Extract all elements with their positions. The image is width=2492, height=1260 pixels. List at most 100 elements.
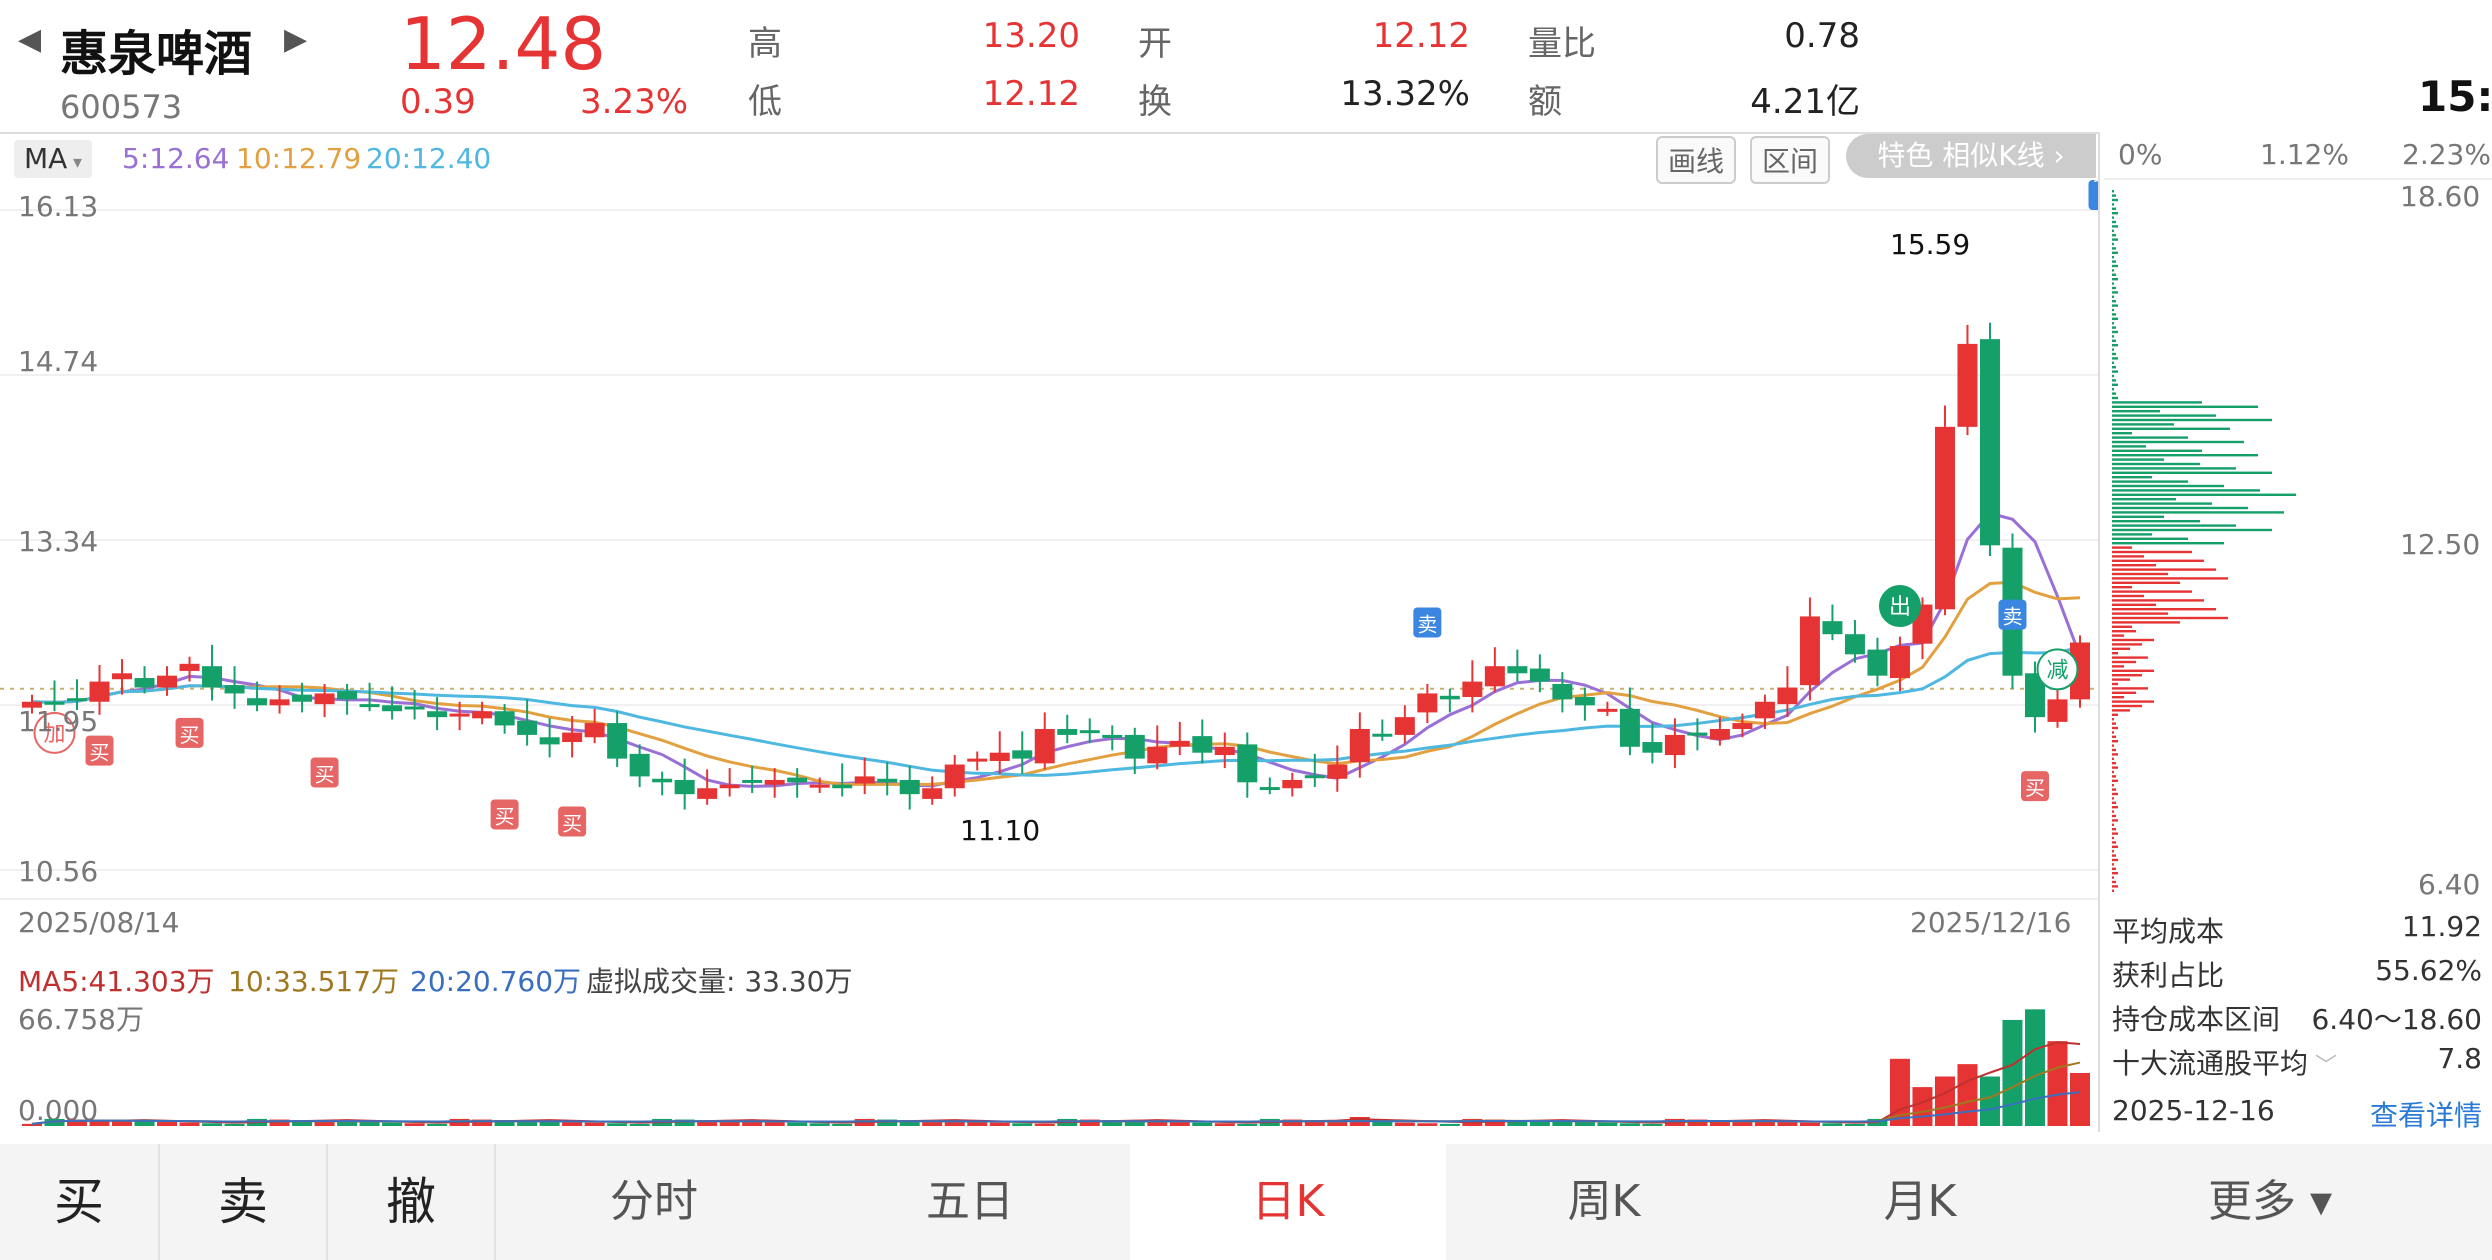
- volume-bar: [1934, 1076, 1955, 1126]
- candle-body: [1484, 666, 1505, 687]
- chip-date: 2025-12-16: [2112, 1094, 2275, 1127]
- candle-body: [1552, 683, 1573, 700]
- chip-bar: [2112, 506, 2248, 510]
- buy-button[interactable]: 买: [0, 1144, 158, 1260]
- volume-bar: [1799, 1122, 1820, 1126]
- chip-price-bottom: 6.40: [2418, 868, 2481, 901]
- chip-bar: [2112, 656, 2148, 659]
- buy-signal-badge-text: 买: [90, 741, 110, 765]
- chip-bar: [2112, 766, 2118, 769]
- range-button[interactable]: 区间: [1750, 136, 1831, 184]
- tab-five-day[interactable]: 五日: [812, 1144, 1128, 1260]
- chip-bar: [2112, 212, 2118, 215]
- volume-bar: [1979, 1076, 2000, 1126]
- chip-bar: [2112, 537, 2188, 540]
- chip-bar: [2112, 449, 2202, 452]
- candle-body: [247, 698, 268, 706]
- chip-bar: [2112, 405, 2258, 408]
- candle-body: [539, 737, 560, 745]
- sell-button[interactable]: 卖: [160, 1144, 326, 1260]
- chip-bar: [2112, 335, 2114, 338]
- ma-selector[interactable]: MA ▾: [14, 140, 93, 178]
- chip-bar: [2112, 476, 2152, 479]
- reduce-signal-badge-text: 减: [2046, 658, 2068, 683]
- candle-body: [1687, 732, 1708, 736]
- chip-bar: [2112, 194, 2116, 197]
- cancel-order-button[interactable]: 撤: [328, 1144, 494, 1260]
- vol-ma10: 10:33.517万: [228, 965, 400, 998]
- high-label: 高: [748, 24, 782, 64]
- chip-bar: [2112, 286, 2116, 290]
- chip-bar: [2112, 704, 2142, 708]
- chip-bar: [2112, 229, 2114, 232]
- volume-bar: [1597, 1122, 1618, 1126]
- next-stock-icon[interactable]: ▶: [284, 22, 307, 57]
- vol-ma10-line: [31, 1061, 2081, 1125]
- volume-bar: [2047, 1041, 2068, 1126]
- prev-stock-icon[interactable]: ◀: [18, 22, 41, 57]
- chip-bar: [2112, 256, 2114, 259]
- candle-body: [562, 732, 583, 743]
- tab-weekly-k[interactable]: 周K: [1446, 1144, 1762, 1260]
- buy-signal-badge-text: 买: [315, 762, 335, 786]
- virtual-volume: 虚拟成交量: 33.30万: [586, 965, 853, 998]
- chip-bar: [2112, 467, 2236, 470]
- top10-row[interactable]: 十大流通股平均 ﹀ 7.8: [2112, 1042, 2482, 1082]
- volume-ratio-value: 0.78: [1784, 16, 1860, 56]
- low-label: 低: [748, 82, 782, 122]
- chip-bar: [2112, 326, 2116, 329]
- chip-bar: [2112, 572, 2168, 576]
- kline-chart[interactable]: 买买买买买卖卖卖买加出减: [0, 180, 2098, 900]
- chip-bar: [2112, 344, 2118, 347]
- tab-intraday[interactable]: 分时: [496, 1144, 812, 1260]
- volume-bar: [562, 1122, 583, 1126]
- chip-bar: [2112, 638, 2154, 642]
- volume-bar: [1619, 1123, 1640, 1126]
- draw-line-button[interactable]: 画线: [1656, 136, 1737, 184]
- chip-bar: [2112, 801, 2116, 804]
- candle-body: [1259, 787, 1280, 791]
- ma5-line: [31, 511, 2082, 788]
- max-price-label: 15.59: [1890, 228, 1971, 261]
- tab-monthly-k[interactable]: 月K: [1762, 1144, 2078, 1260]
- date-divider: [0, 898, 2098, 900]
- tab-more[interactable]: 更多 ▾: [2110, 1144, 2430, 1260]
- volume-bar: [157, 1122, 178, 1126]
- chip-bar: [2112, 414, 2216, 417]
- chip-bar: [2112, 278, 2118, 281]
- chip-bar: [2112, 515, 2164, 518]
- tab-daily-k[interactable]: 日K: [1130, 1144, 1446, 1260]
- candle-body: [112, 673, 133, 680]
- chip-bar: [2112, 586, 2132, 589]
- chip-bar: [2112, 757, 2114, 760]
- chip-bar: [2112, 718, 2114, 721]
- volume-bar: [134, 1121, 155, 1126]
- buy-signal-badge-text: 买: [180, 723, 200, 747]
- chip-bar: [2112, 462, 2200, 466]
- chip-bar: [2112, 775, 2116, 778]
- chip-bar: [2112, 819, 2118, 822]
- candle-body: [1867, 649, 1888, 676]
- candle-body: [1057, 728, 1078, 735]
- chip-bar: [2112, 260, 2116, 263]
- volume-chart[interactable]: [0, 1000, 2098, 1128]
- min-price-label: 11.10: [960, 814, 1041, 847]
- volume-bar: [787, 1122, 808, 1126]
- volume-bar: [1574, 1122, 1595, 1126]
- volume-bar: [584, 1122, 605, 1126]
- chip-price-mid: 12.50: [2400, 528, 2481, 561]
- chip-bar: [2112, 198, 2118, 202]
- chip-bar: [2112, 599, 2204, 602]
- volume-bar: [1417, 1123, 1438, 1126]
- vol-ma20: 20:20.760万: [410, 965, 582, 998]
- volume-bar: [967, 1122, 988, 1126]
- similar-kline-button[interactable]: 特色 相似K线 ›: [1846, 134, 2096, 178]
- candle-body: [1372, 733, 1393, 737]
- candle-body: [1822, 621, 1843, 635]
- profit-value: 55.62%: [2375, 954, 2482, 987]
- chip-bar: [2112, 682, 2118, 686]
- chip-bar: [2112, 678, 2130, 681]
- chip-pct-2: 2.23%: [2402, 138, 2491, 171]
- chip-bar: [2112, 330, 2118, 334]
- view-detail-link[interactable]: 查看详情: [2370, 1094, 2482, 1134]
